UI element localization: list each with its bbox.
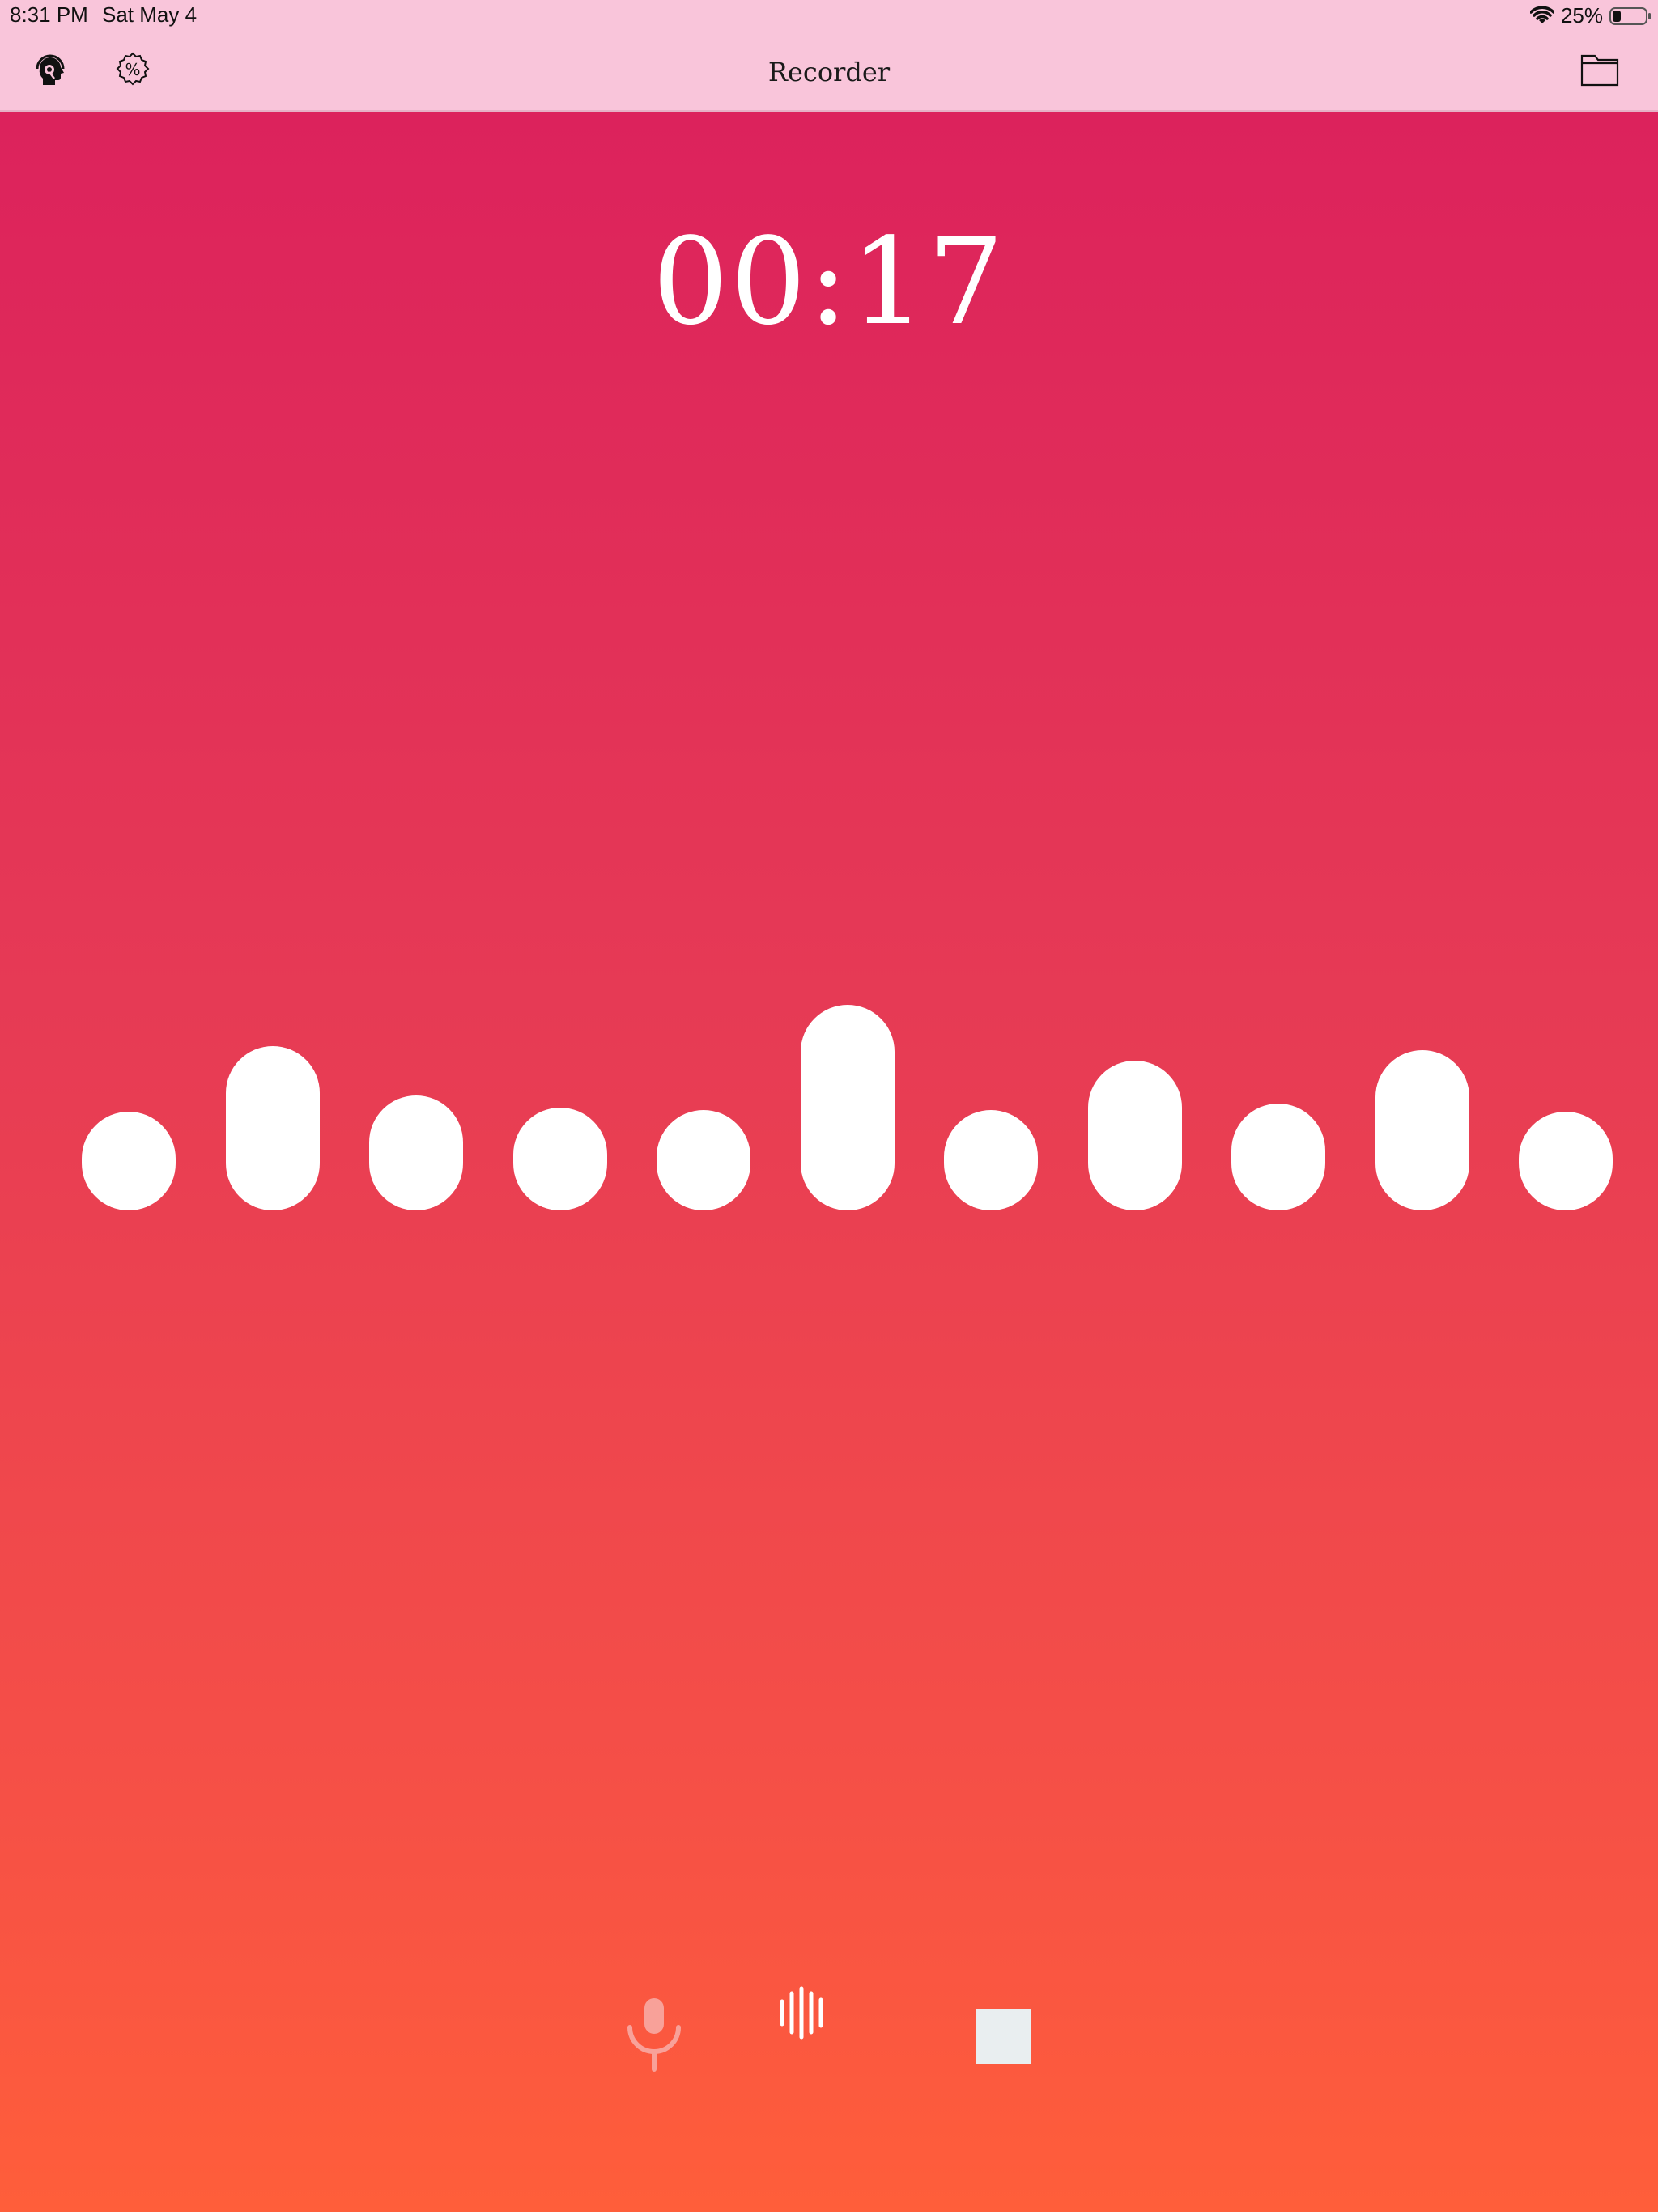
level-bar: [369, 1095, 463, 1210]
level-bar: [657, 1110, 750, 1210]
stop-button[interactable]: [975, 2008, 1031, 2065]
battery-icon: [1609, 6, 1652, 26]
stop-icon: [976, 2009, 1031, 2064]
status-indicators: 25%: [1529, 3, 1652, 28]
battery-percent: 25%: [1560, 3, 1603, 28]
microphone-icon: [622, 1993, 687, 2078]
status-date: Sat May 4: [102, 2, 198, 27]
level-bar: [513, 1108, 607, 1210]
level-bar: [1519, 1112, 1613, 1210]
folder-icon: [1580, 53, 1619, 91]
audio-level-visualizer: [0, 939, 1658, 1214]
recordings-folder-button[interactable]: [1579, 52, 1621, 91]
level-bar: [801, 1005, 895, 1210]
elapsed-timer: 00:17: [652, 212, 1006, 351]
level-bar: [1375, 1050, 1469, 1210]
status-time: 8:31 PM: [10, 2, 88, 27]
level-bar: [1088, 1061, 1182, 1210]
level-bar: [226, 1046, 320, 1210]
waveform-button[interactable]: [776, 1985, 832, 2046]
wifi-icon: [1529, 6, 1554, 26]
level-bar: [944, 1110, 1038, 1210]
top-bar: 8:31 PM Sat May 4 25% % Recorder: [0, 0, 1658, 112]
level-bar: [82, 1112, 176, 1210]
microphone-button[interactable]: [622, 1995, 687, 2076]
recorder-controls: [0, 1976, 1658, 2089]
waveform-icon: [776, 1985, 832, 2046]
level-bar: [1231, 1104, 1325, 1210]
page-title: Recorder: [767, 57, 891, 87]
